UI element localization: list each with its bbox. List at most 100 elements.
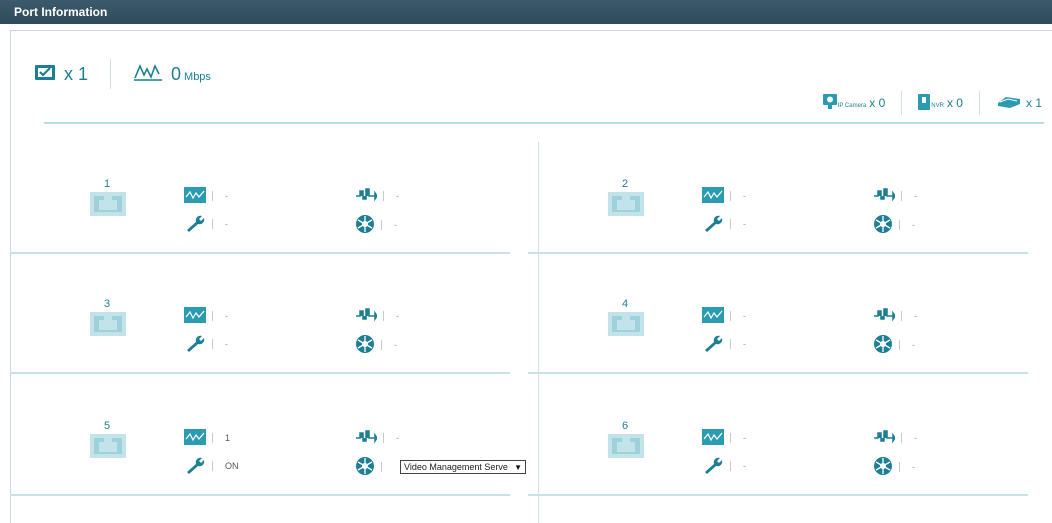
- power-plug-icon: [355, 429, 378, 447]
- wrench-icon: [184, 456, 206, 476]
- power-plug-icon: [355, 307, 378, 325]
- port-mode-value: -: [912, 220, 915, 230]
- power-plug-icon: [355, 187, 378, 205]
- nvr-count: x 0: [946, 96, 963, 110]
- port-cell-6: 6 - - - -: [528, 394, 1034, 496]
- network-mode-icon: [873, 456, 893, 478]
- wrench-icon: [184, 334, 206, 354]
- port-mode-select-value: Video Management Serve: [404, 462, 508, 472]
- summary-bar: x 1 0 Mbps: [34, 59, 211, 89]
- nvr-icon: [918, 93, 931, 113]
- bandwidth-icon: [184, 307, 206, 325]
- port-mode-value: -: [912, 462, 915, 472]
- ip-camera-count: x 0: [869, 96, 886, 110]
- port-power-value: -: [914, 311, 917, 321]
- bandwidth-icon: [702, 307, 724, 325]
- ethernet-port-icon[interactable]: [90, 192, 126, 221]
- port-bandwidth-value: 1: [225, 433, 231, 443]
- power-plug-icon: [873, 187, 896, 205]
- port-bandwidth-value: -: [743, 191, 746, 201]
- network-mode-icon: [873, 334, 893, 356]
- port-mode-row: -: [355, 334, 397, 356]
- summary-divider: [110, 59, 112, 89]
- bandwidth-unit: Mbps: [184, 70, 211, 83]
- window-title-bar: Port Information: [0, 0, 1052, 24]
- bandwidth-icon: [184, 187, 206, 205]
- ethernet-port-icon[interactable]: [608, 192, 644, 221]
- wrench-icon: [702, 334, 724, 354]
- wrench-icon: [184, 214, 206, 234]
- port-mode-row: -: [873, 456, 915, 478]
- port-mode-value: Video Management Serve ▼: [400, 460, 526, 474]
- port-mode-value: -: [394, 340, 397, 350]
- network-mode-icon: [355, 456, 375, 478]
- port-row-rule: [10, 252, 510, 254]
- network-mode-icon: [355, 214, 375, 236]
- port-mode-value: -: [394, 220, 397, 230]
- other-device-icon: [996, 95, 1022, 112]
- port-status-row: ON: [184, 456, 239, 476]
- port-status-row: -: [184, 334, 228, 354]
- port-power-value: -: [396, 311, 399, 321]
- ip-camera-summary: IP Camera x 0: [822, 93, 886, 113]
- port-cell-1: 1 - - - -: [10, 152, 516, 254]
- network-mode-icon: [873, 214, 893, 236]
- port-power-row: -: [873, 307, 917, 325]
- bandwidth-icon: [702, 187, 724, 205]
- port-status-value: ON: [225, 461, 239, 471]
- wrench-icon: [702, 214, 724, 234]
- ip-camera-icon: [822, 93, 837, 113]
- bandwidth-icon: [133, 62, 163, 87]
- port-power-value: -: [914, 433, 917, 443]
- port-row-rule: [10, 372, 510, 374]
- wrench-icon: [702, 456, 724, 476]
- port-row-rule: [528, 494, 1028, 496]
- port-row-rule: [528, 252, 1028, 254]
- network-mode-icon: [355, 334, 375, 356]
- port-cell-2: 2 - - - -: [528, 152, 1034, 254]
- port-status-row: -: [702, 456, 746, 476]
- device-summary: IP Camera x 0 NVR x 0 x 1: [822, 91, 1042, 115]
- port-status-value: -: [743, 339, 746, 349]
- ethernet-port-icon[interactable]: [608, 312, 644, 341]
- port-number: 4: [621, 298, 629, 310]
- port-bandwidth-value: -: [225, 311, 228, 321]
- port-power-row: -: [355, 187, 399, 205]
- port-power-value: -: [396, 191, 399, 201]
- chevron-down-icon: ▼: [514, 462, 522, 472]
- bandwidth-value: 0: [171, 63, 182, 84]
- port-power-row: -: [873, 429, 917, 447]
- nvr-summary: NVR x 0: [918, 93, 963, 113]
- ethernet-port-icon[interactable]: [608, 434, 644, 463]
- nvr-label: NVR: [931, 103, 944, 109]
- port-cell-5: 5 1 ON - Video Management Serve ▼: [10, 394, 526, 496]
- port-row-rule: [10, 494, 510, 496]
- device-divider: [978, 91, 980, 115]
- port-cell-4: 4 - - - -: [528, 272, 1034, 374]
- port-mode-select[interactable]: Video Management Serve ▼: [400, 460, 526, 474]
- port-status-value: -: [225, 219, 228, 229]
- port-bandwidth-value: -: [743, 311, 746, 321]
- port-power-row: -: [355, 307, 399, 325]
- port-bandwidth-row: -: [184, 187, 228, 205]
- port-mode-value: -: [912, 340, 915, 350]
- ethernet-port-icon[interactable]: [90, 312, 126, 341]
- port-mode-row: -: [873, 214, 915, 236]
- port-bandwidth-value: -: [225, 191, 228, 201]
- port-mode-row: Video Management Serve ▼: [355, 456, 526, 478]
- port-bandwidth-row: 1: [184, 429, 230, 447]
- bandwidth-icon: [702, 429, 724, 447]
- checkbox-icon: [34, 63, 56, 86]
- port-status-value: -: [743, 461, 746, 471]
- port-power-value: -: [396, 433, 399, 443]
- port-number: 2: [621, 178, 629, 190]
- page-title: Port Information: [14, 5, 108, 19]
- power-plug-icon: [873, 307, 896, 325]
- port-power-row: -: [355, 429, 399, 447]
- ethernet-port-icon[interactable]: [90, 434, 126, 463]
- port-status-row: -: [702, 334, 746, 354]
- port-status-row: -: [702, 214, 746, 234]
- port-bandwidth-row: -: [702, 429, 746, 447]
- port-cell-3: 3 - - - -: [10, 272, 516, 374]
- port-mode-row: -: [355, 214, 397, 236]
